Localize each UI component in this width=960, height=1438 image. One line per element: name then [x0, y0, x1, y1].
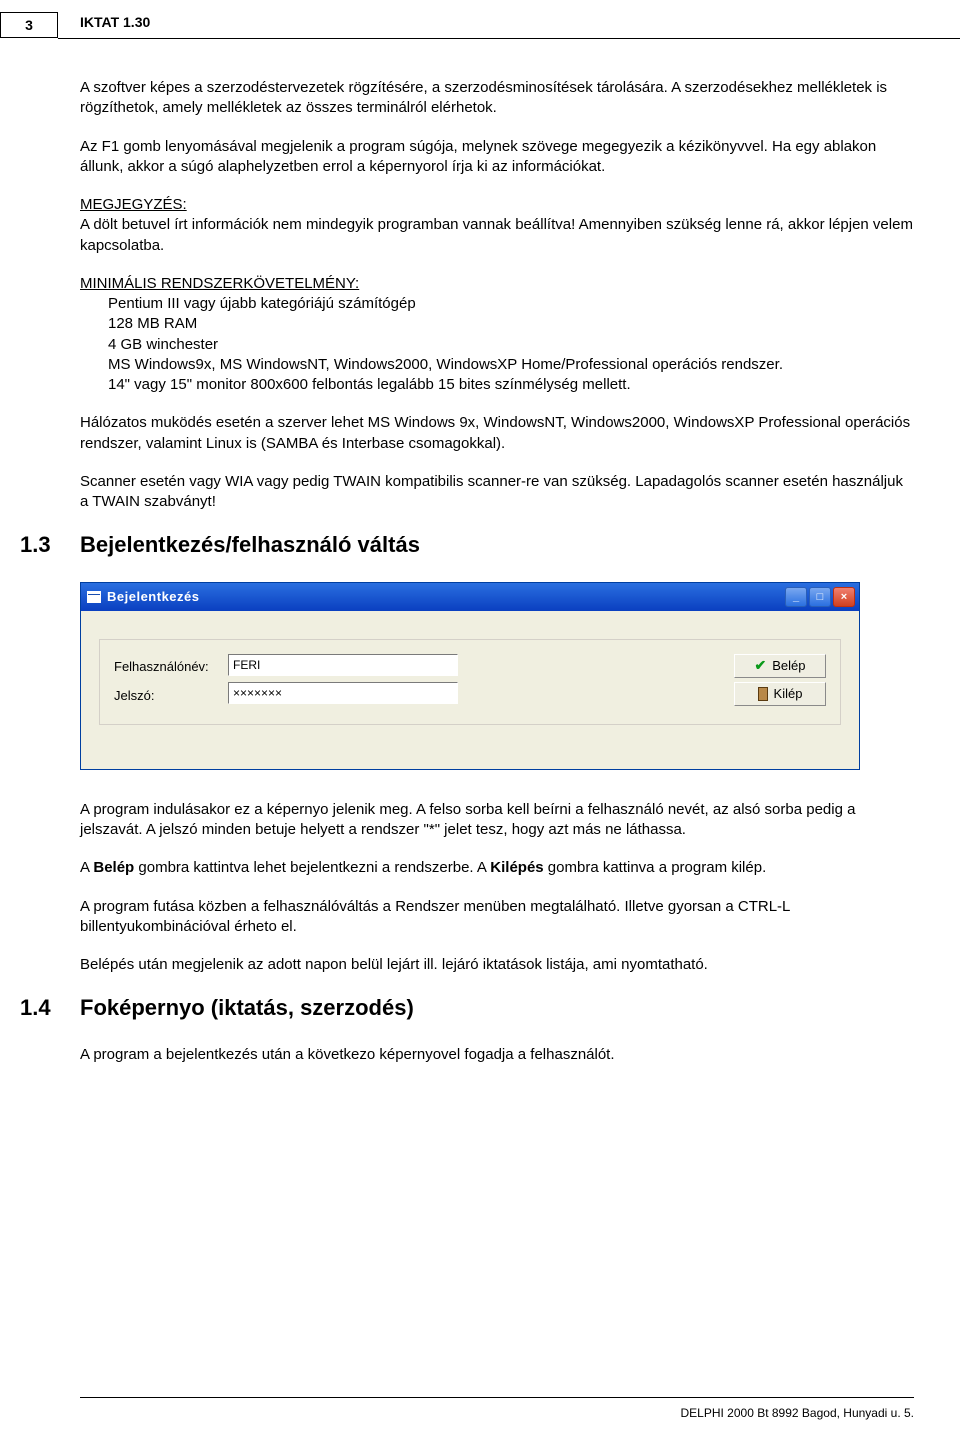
footer-text: DELPHI 2000 Bt 8992 Bagod, Hunyadi u. 5.	[681, 1406, 915, 1420]
note-block: MEGJEGYZÉS: A dölt betuvel írt informáci…	[80, 195, 914, 256]
requirements-block: MINIMÁLIS RENDSZERKÖVETELMÉNY: Pentium I…	[80, 274, 914, 396]
check-icon: ✔	[755, 657, 767, 674]
requirement-line: 14" vagy 15" monitor 800x600 felbontás l…	[108, 375, 914, 395]
username-input[interactable]	[228, 654, 458, 676]
main-content: A szoftver képes a szerzodéstervezetek r…	[80, 78, 914, 1083]
paragraph: A Belép gombra kattintva lehet bejelentk…	[80, 858, 914, 878]
note-text: A dölt betuvel írt információk nem minde…	[80, 216, 913, 253]
door-icon	[758, 687, 768, 701]
requirement-line: 128 MB RAM	[108, 314, 914, 334]
section-1-4: 1.4 Foképernyo (iktatás, szerzodés)	[20, 993, 914, 1023]
paragraph: A program futása közben a felhasználóvál…	[80, 897, 914, 938]
section-1-3: 1.3 Bejelentkezés/felhasználó váltás	[20, 530, 914, 560]
requirement-line: MS Windows9x, MS WindowsNT, Windows2000,…	[108, 355, 914, 375]
window-icon	[87, 591, 101, 603]
paragraph: Hálózatos muködés esetén a szerver lehet…	[80, 413, 914, 454]
paragraph: A program indulásakor ez a képernyo jele…	[80, 800, 914, 841]
requirements-label: MINIMÁLIS RENDSZERKÖVETELMÉNY:	[80, 275, 359, 292]
login-button-label: Belép	[772, 658, 805, 673]
exit-button[interactable]: Kilép	[734, 682, 826, 706]
paragraph: Az F1 gomb lenyomásával megjelenik a pro…	[80, 137, 914, 178]
page-number: 3	[0, 12, 58, 38]
window-body: Felhasználónév: Jelszó: ✔ Belép	[81, 611, 859, 769]
window-title: Bejelentkezés	[107, 588, 200, 606]
note-label: MEGJEGYZÉS:	[80, 196, 187, 213]
paragraph: Scanner esetén vagy WIA vagy pedig TWAIN…	[80, 472, 914, 513]
label-username: Felhasználónév:	[114, 658, 218, 676]
paragraph: A program a bejelentkezés után a követke…	[80, 1045, 914, 1065]
section-title: Foképernyo (iktatás, szerzodés)	[80, 993, 414, 1023]
section-number: 1.4	[20, 993, 80, 1023]
password-input[interactable]	[228, 682, 458, 704]
label-password: Jelszó:	[114, 687, 218, 705]
minimize-button[interactable]: _	[785, 587, 807, 607]
footer-rule	[80, 1397, 914, 1398]
login-window: Bejelentkezés _ □ × Felhasználónév: Jels…	[80, 582, 860, 770]
section-number: 1.3	[20, 530, 80, 560]
header-title: IKTAT 1.30	[80, 14, 150, 30]
requirement-line: Pentium III vagy újabb kategóriájú számí…	[108, 294, 914, 314]
paragraph: A szoftver képes a szerzodéstervezetek r…	[80, 78, 914, 119]
maximize-button[interactable]: □	[809, 587, 831, 607]
exit-button-label: Kilép	[774, 686, 803, 701]
titlebar: Bejelentkezés _ □ ×	[81, 583, 859, 611]
paragraph: Belépés után megjelenik az adott napon b…	[80, 955, 914, 975]
login-button[interactable]: ✔ Belép	[734, 654, 826, 678]
close-button[interactable]: ×	[833, 587, 855, 607]
header-rule	[58, 38, 960, 39]
requirement-line: 4 GB winchester	[108, 335, 914, 355]
section-title: Bejelentkezés/felhasználó váltás	[80, 530, 420, 560]
